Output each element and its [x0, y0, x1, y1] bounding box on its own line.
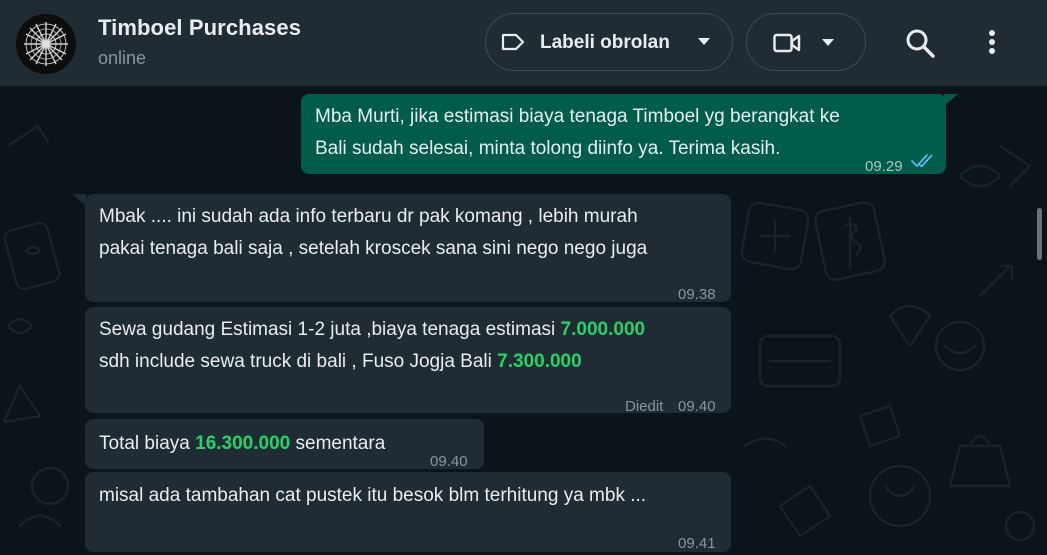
- message-text: Total biaya 16.300.000 sementara: [99, 433, 386, 454]
- message-incoming[interactable]: Sewa gudang Estimasi 1-2 juta ,biaya ten…: [85, 307, 731, 415]
- label-chat-text: Labeli obrolan: [540, 32, 670, 53]
- contact-status: online: [98, 48, 147, 68]
- message-list[interactable]: Mba Murti, jika estimasi biaya tenaga Ti…: [0, 86, 1047, 555]
- search-icon[interactable]: [905, 28, 935, 58]
- message-text: misal ada tambahan cat pustek itu besok …: [99, 485, 647, 506]
- bubble-tail: [944, 94, 958, 106]
- message-text: Mba Murti, jika estimasi biaya tenaga Ti…: [315, 106, 840, 159]
- chevron-down-icon[interactable]: [698, 38, 710, 46]
- avatar-image: [16, 14, 76, 74]
- message-outgoing[interactable]: Mba Murti, jika estimasi biaya tenaga Ti…: [301, 94, 946, 175]
- label-tag-icon: [501, 33, 525, 51]
- contact-avatar[interactable]: [16, 14, 76, 74]
- scrollbar-thumb[interactable]: [1037, 208, 1042, 260]
- video-camera-icon: [773, 33, 801, 53]
- kebab-menu-icon[interactable]: [987, 28, 997, 58]
- bubble-tail: [72, 194, 86, 206]
- edited-label: Diedit: [625, 398, 664, 415]
- video-call-button[interactable]: [746, 13, 866, 71]
- message-incoming[interactable]: misal ada tambahan cat pustek itu besok …: [85, 472, 731, 552]
- amount-highlight: 16.300.000: [195, 433, 291, 454]
- double-check-icon: [911, 154, 933, 168]
- amount-highlight: 7.000.000: [560, 319, 646, 340]
- label-chat-button[interactable]: Labeli obrolan: [485, 13, 733, 71]
- message-time: 09.40: [678, 398, 716, 415]
- message-time: 09.29: [865, 158, 903, 175]
- message-text: Sewa gudang Estimasi 1-2 juta ,biaya ten…: [99, 319, 646, 372]
- message-time: 09.41: [678, 535, 716, 552]
- amount-highlight: 7.300.000: [497, 351, 582, 372]
- chevron-down-icon[interactable]: [822, 39, 834, 47]
- message-text: Mbak .... ini sudah ada info terbaru dr …: [99, 206, 648, 259]
- message-incoming[interactable]: Total biaya 16.300.000 sementara 09.40: [85, 419, 484, 470]
- message-incoming[interactable]: Mbak .... ini sudah ada info terbaru dr …: [85, 194, 731, 303]
- contact-name[interactable]: Timboel Purchases: [98, 15, 301, 41]
- chat-header: Timboel Purchases online Labeli obrolan: [0, 0, 1047, 86]
